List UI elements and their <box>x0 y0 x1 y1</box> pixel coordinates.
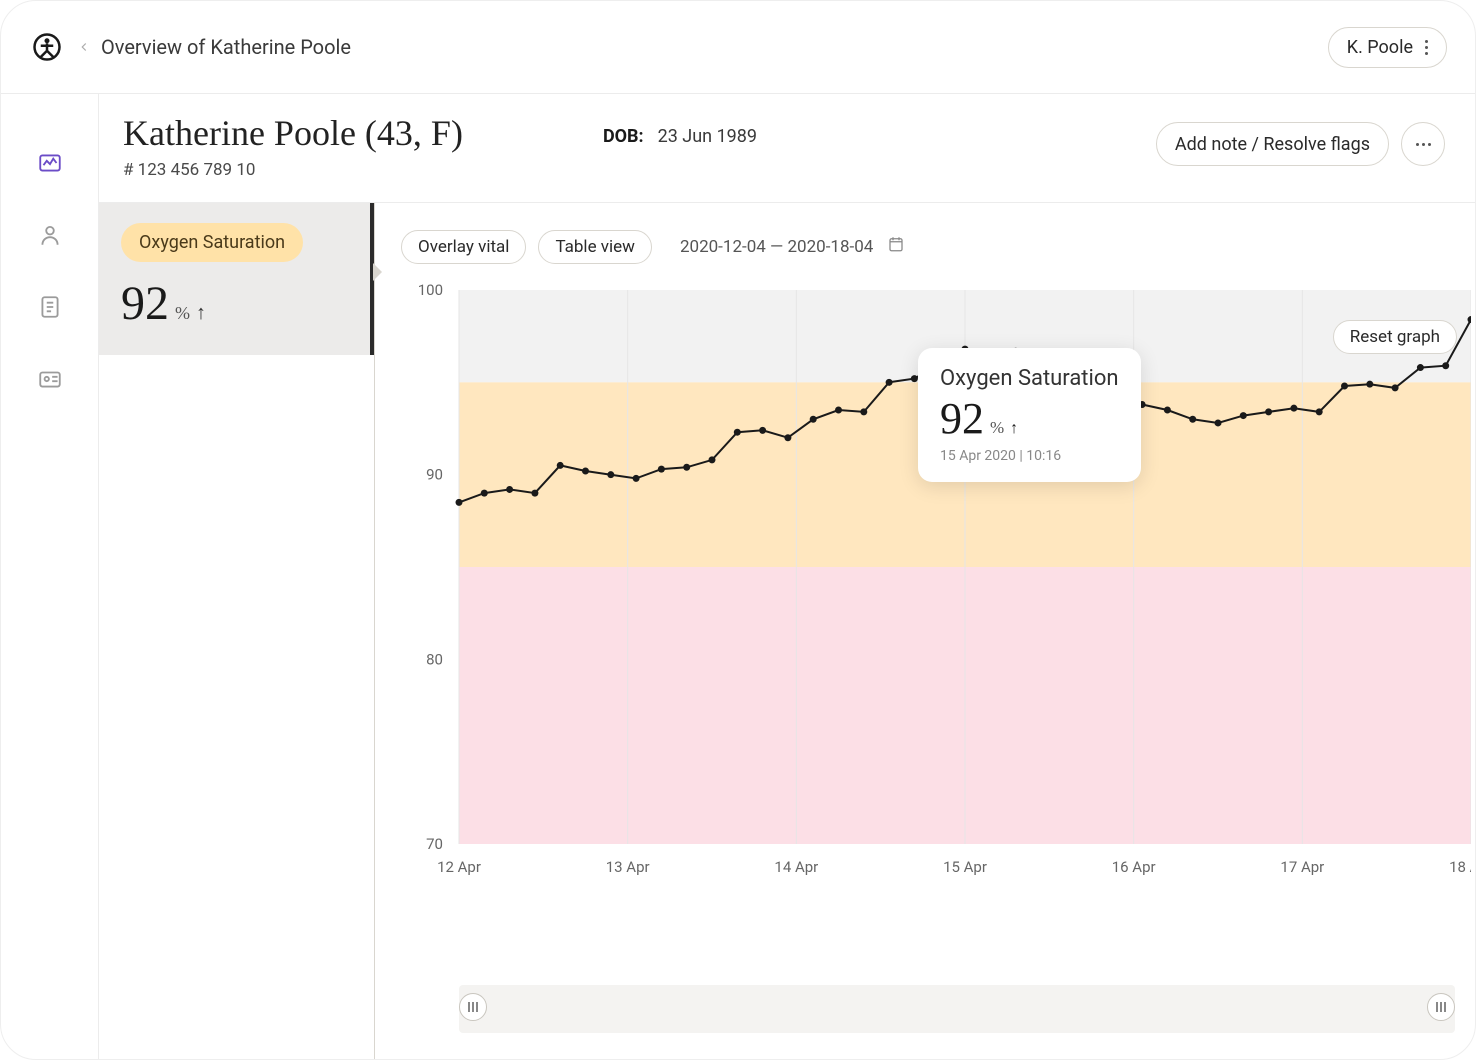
scrub-track <box>459 985 1455 1033</box>
breadcrumb[interactable]: Overview of Katherine Poole <box>77 35 351 59</box>
user-menu[interactable]: K. Poole <box>1328 27 1447 68</box>
more-icon <box>1425 40 1428 55</box>
metric-unit: % <box>175 303 190 324</box>
svg-text:16 Apr: 16 Apr <box>1112 858 1156 876</box>
nav-patient-icon[interactable] <box>37 222 63 248</box>
trend-up-icon: ↑ <box>196 302 206 325</box>
breadcrumb-text: Overview of Katherine Poole <box>101 35 351 59</box>
ellipsis-icon <box>1416 143 1431 146</box>
overlay-vital-label: Overlay vital <box>418 237 509 257</box>
tooltip-timestamp: 15 Apr 2020 | 10:16 <box>940 448 1119 464</box>
chart-tooltip: Oxygen Saturation 92 % ↑ 15 Apr 2020 | 1… <box>918 348 1141 482</box>
svg-text:90: 90 <box>426 466 443 484</box>
patient-id: # 123 456 789 10 <box>123 160 463 180</box>
svg-text:12 Apr: 12 Apr <box>437 858 481 876</box>
svg-text:100: 100 <box>418 284 443 299</box>
app-logo <box>17 32 77 62</box>
metric-chip: Oxygen Saturation <box>121 223 303 262</box>
nav-notes-icon[interactable] <box>37 294 63 320</box>
metric-card-oxygen[interactable]: Oxygen Saturation 92 % ↑ <box>99 203 374 355</box>
svg-text:15 Apr: 15 Apr <box>943 858 987 876</box>
table-view-button[interactable]: Table view <box>538 230 652 264</box>
svg-text:18 Apr: 18 Apr <box>1449 858 1471 876</box>
reset-graph-button[interactable]: Reset graph <box>1333 320 1457 354</box>
table-view-label: Table view <box>555 237 635 257</box>
tooltip-trend-icon: ↑ <box>1010 420 1018 438</box>
dob-label: DOB: <box>603 126 644 147</box>
svg-text:80: 80 <box>426 650 443 668</box>
svg-text:70: 70 <box>426 835 443 853</box>
add-note-button[interactable]: Add note / Resolve flags <box>1156 122 1389 166</box>
chevron-left-icon <box>77 35 91 59</box>
scrub-handle-left[interactable] <box>459 993 487 1021</box>
time-scrubber[interactable] <box>401 979 1475 1039</box>
nav-id-icon[interactable] <box>37 366 63 392</box>
tooltip-unit: % <box>990 418 1004 438</box>
tooltip-title: Oxygen Saturation <box>940 366 1119 391</box>
nav-vitals-icon[interactable] <box>37 150 63 176</box>
reset-graph-label: Reset graph <box>1350 327 1440 347</box>
svg-text:14 Apr: 14 Apr <box>774 858 818 876</box>
patient-name: Katherine Poole (43, F) <box>123 112 463 154</box>
user-menu-label: K. Poole <box>1347 37 1413 58</box>
metric-value: 92 <box>121 276 169 331</box>
tooltip-value: 92 <box>940 393 984 444</box>
date-range-text: 2020-12-04 — 2020-18-04 <box>680 237 873 257</box>
svg-text:13 Apr: 13 Apr <box>606 858 650 876</box>
calendar-icon <box>887 235 905 258</box>
more-actions-button[interactable] <box>1401 122 1445 166</box>
svg-text:17 Apr: 17 Apr <box>1280 858 1324 876</box>
date-range-picker[interactable]: 2020-12-04 — 2020-18-04 <box>664 227 921 266</box>
scrub-handle-right[interactable] <box>1427 993 1455 1021</box>
add-note-label: Add note / Resolve flags <box>1175 134 1370 155</box>
dob-value: 23 Jun 1989 <box>658 126 757 147</box>
overlay-vital-button[interactable]: Overlay vital <box>401 230 526 264</box>
